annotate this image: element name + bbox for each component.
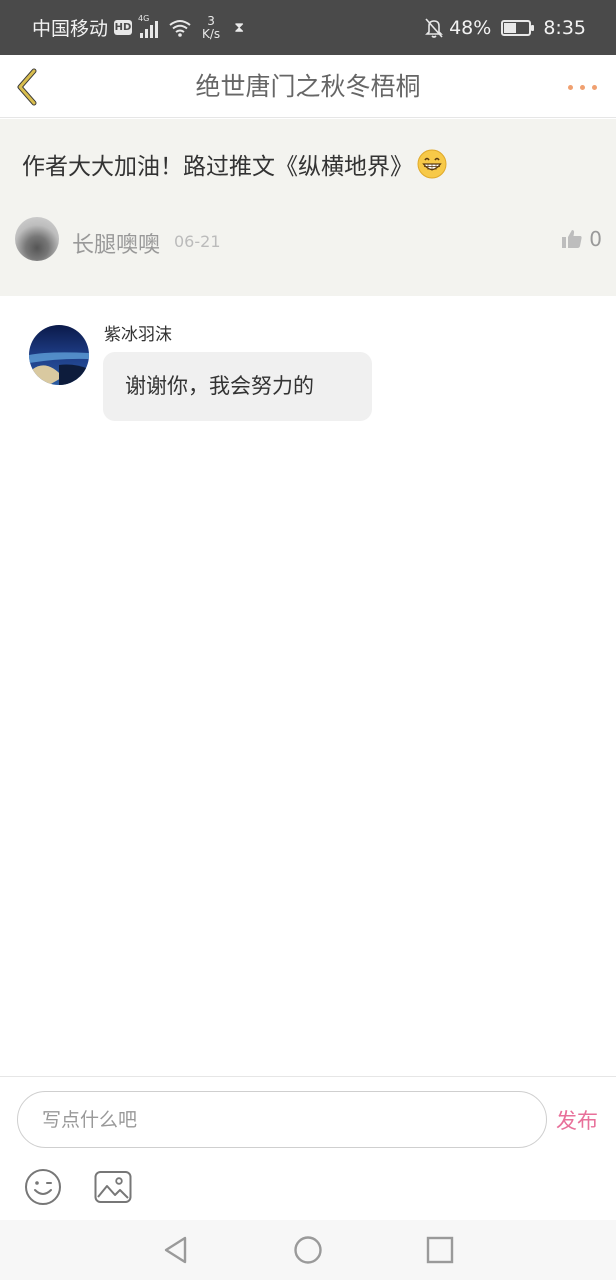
network-speed: 3 K/s bbox=[202, 13, 221, 41]
carrier-name: 中国移动 bbox=[32, 18, 109, 40]
thumbs-up-icon bbox=[562, 230, 582, 248]
publish-button[interactable]: 发布 bbox=[556, 1105, 598, 1135]
wifi-icon bbox=[169, 19, 191, 37]
comment-author-name[interactable]: 长腿噢噢 bbox=[72, 227, 160, 259]
status-bar-left: 中国移动 HD 4G 3 K/s ⧗ bbox=[32, 0, 244, 55]
more-button[interactable] bbox=[566, 75, 602, 99]
image-button[interactable] bbox=[94, 1170, 132, 1204]
comment-date: 06-21 bbox=[174, 232, 221, 251]
emoji-button[interactable] bbox=[24, 1168, 62, 1206]
smiley-icon bbox=[25, 1169, 61, 1205]
avatar[interactable] bbox=[29, 325, 89, 385]
avatar-image bbox=[29, 325, 89, 385]
hd-badge: HD bbox=[114, 20, 133, 35]
reply-text: 谢谢你，我会努力的 bbox=[125, 374, 314, 398]
nav-home-button[interactable] bbox=[292, 1234, 324, 1266]
signal-icon: 4G bbox=[138, 14, 159, 38]
comment-input[interactable] bbox=[17, 1091, 547, 1148]
circle-home-icon bbox=[294, 1236, 322, 1264]
notifications-off-icon bbox=[425, 17, 444, 38]
original-comment: 作者大大加油！路过推文《纵横地界》 长腿噢噢 06-21 0 bbox=[0, 119, 616, 296]
grinning-face-icon bbox=[417, 149, 447, 179]
more-dot bbox=[592, 85, 597, 90]
original-comment-text-row: 作者大大加油！路过推文《纵横地界》 bbox=[22, 147, 447, 181]
page-title: 绝世唐门之秋冬梧桐 bbox=[195, 72, 421, 101]
battery-icon bbox=[501, 19, 535, 36]
comment-composer: 发布 bbox=[0, 1076, 616, 1220]
triangle-back-icon bbox=[164, 1236, 187, 1264]
like-count: 0 bbox=[589, 227, 602, 251]
system-navigation-bar bbox=[0, 1220, 616, 1280]
image-icon bbox=[94, 1171, 132, 1203]
hourglass-icon: ⧗ bbox=[234, 19, 245, 36]
original-comment-text: 作者大大加油！路过推文《纵横地界》 bbox=[22, 154, 413, 180]
reply-bubble: 谢谢你，我会努力的 bbox=[103, 352, 372, 421]
nav-back-button[interactable] bbox=[160, 1234, 192, 1266]
status-bar: 中国移动 HD 4G 3 K/s ⧗ 48% 8:35 bbox=[0, 0, 616, 55]
nav-recents-button[interactable] bbox=[424, 1234, 456, 1266]
clock: 8:35 bbox=[543, 16, 586, 39]
square-recents-icon bbox=[426, 1236, 454, 1264]
more-dot bbox=[568, 85, 573, 90]
like-button[interactable]: 0 bbox=[561, 227, 602, 251]
network-type: 4G bbox=[138, 13, 150, 23]
more-dot bbox=[580, 85, 585, 90]
battery-percent: 48% bbox=[449, 16, 492, 39]
app-header: 绝世唐门之秋冬梧桐 bbox=[0, 55, 616, 118]
avatar[interactable] bbox=[15, 217, 59, 261]
speed-unit: K/s bbox=[202, 26, 221, 41]
speed-value: 3 bbox=[207, 13, 215, 28]
status-bar-right: 48% 8:35 bbox=[425, 0, 586, 55]
reply-author-name[interactable]: 紫冰羽沫 bbox=[104, 320, 172, 345]
